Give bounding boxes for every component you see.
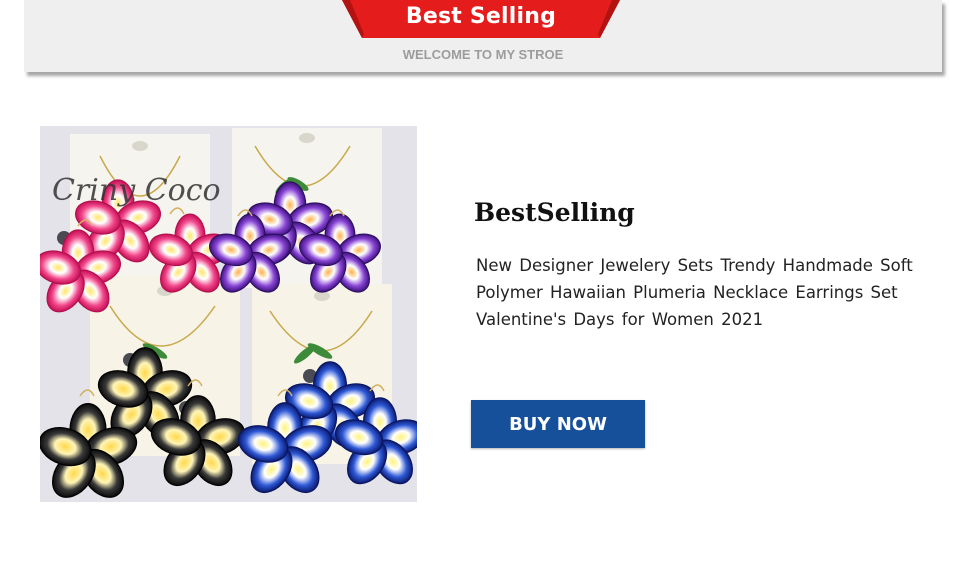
brand-watermark: Criny Coco xyxy=(52,173,221,208)
product-description: New Designer Jewelery Sets Trendy Handma… xyxy=(476,256,913,329)
buy-now-button[interactable]: BUY NOW xyxy=(471,400,645,448)
banner-subtitle: WELCOME TO MY STROE xyxy=(402,47,564,62)
best-selling-ribbon: Best Selling xyxy=(342,0,620,38)
product-image[interactable]: Criny Coco xyxy=(40,126,417,502)
jewelry-photo: Criny Coco xyxy=(40,126,417,502)
product-headline: BestSelling xyxy=(474,198,635,227)
banner-title: Best Selling xyxy=(405,4,557,29)
